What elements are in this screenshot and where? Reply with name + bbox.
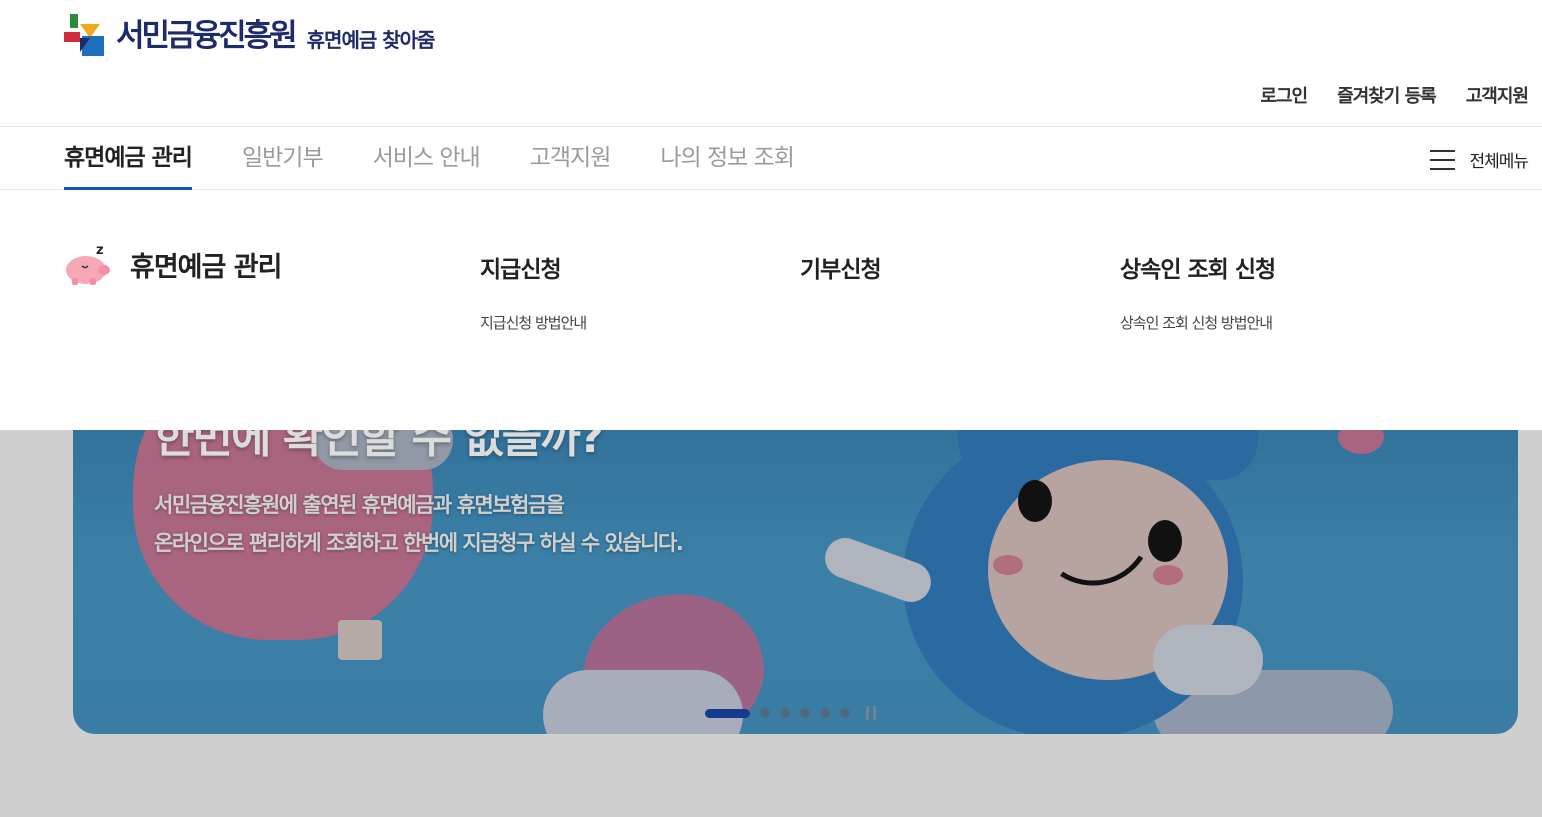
utility-nav: 로그인 즐겨찾기 등록 고객지원 [1260,82,1529,108]
slide-dot-6[interactable] [840,708,850,718]
gnb-item-my-info[interactable]: 나의 정보 조회 [660,127,795,190]
menu-payment-guide-link[interactable]: 지급신청 방법안내 [480,312,587,333]
banner-desc-line: 서민금융진흥원에 출연된 휴면예금과 휴면보험금을 [154,493,565,517]
slide-dot-5[interactable] [820,708,830,718]
svg-text:z: z [96,243,104,258]
menu-payment-request[interactable]: 지급신청 [480,250,586,284]
slide-dot-2[interactable] [760,708,770,718]
slide-dot-1[interactable] [705,708,750,718]
slide-pager [705,706,876,720]
site-logo[interactable]: 서민금융진흥원 휴면예금 찾아줌 [64,12,436,60]
customer-support-link[interactable]: 고객지원 [1466,82,1529,108]
mascot-cheek [993,555,1023,575]
mega-menu-panel: z 휴면예금 관리 지급신청 지급신청 방법안내 기부신청 상속인 조회 신청 … [0,190,1542,430]
gnb-item-service-guide[interactable]: 서비스 안내 [373,127,481,190]
bookmark-link[interactable]: 즐겨찾기 등록 [1337,82,1437,108]
gnb-list: 휴면예금 관리 일반기부 서비스 안내 고객지원 나의 정보 조회 [64,127,844,190]
all-menu-label: 전체메뉴 [1469,152,1529,172]
panel-title: 휴면예금 관리 [130,251,282,283]
gnb-item-customer-support[interactable]: 고객지원 [530,127,612,190]
slide-dot-3[interactable] [780,708,790,718]
banner-desc-line: 온라인으로 편리하게 조회하고 한번에 지급청구 하실 수 있습니다. [154,531,684,555]
mascot-cheek [1153,565,1183,585]
hero-banner: 한번에 확인할 수 없을까? 서민금융진흥원에 출연된 휴면예금과 휴면보험금을… [73,380,1518,734]
all-menu-button[interactable]: 전체메뉴 [1430,147,1529,172]
global-nav: 휴면예금 관리 일반기부 서비스 안내 고객지원 나의 정보 조회 전체메뉴 [0,127,1542,190]
pause-icon[interactable] [866,706,876,720]
balloon-basket-image [338,620,382,660]
logo-mark-icon [64,12,112,60]
banner-text: 한번에 확인할 수 없을까? 서민금융진흥원에 출연된 휴면예금과 휴면보험금을… [154,410,684,562]
top-header: 서민금융진흥원 휴면예금 찾아줌 로그인 즐겨찾기 등록 고객지원 [0,0,1542,127]
mascot-eye [1148,520,1182,562]
gnb-item-donation[interactable]: 일반기부 [242,127,324,190]
banner-description: 서민금융진흥원에 출연된 휴면예금과 휴면보험금을 온라인으로 편리하게 조회하… [154,486,684,562]
hamburger-icon [1430,149,1456,170]
login-link[interactable]: 로그인 [1260,82,1308,108]
menu-heir-guide-link[interactable]: 상속인 조회 신청 방법안내 [1120,312,1275,333]
piggy-bank-icon: z [64,242,114,286]
panel-title-group: z 휴면예금 관리 [64,242,282,286]
logo-name: 서민금융진흥원 [116,18,298,54]
menu-column-payment: 지급신청 지급신청 방법안내 [480,250,587,333]
mascot-eye [1018,480,1052,522]
cloud-image [543,670,743,734]
logo-subtitle: 휴면예금 찾아줌 [306,28,436,52]
mascot-hand [1153,625,1263,695]
gnb-item-dormant-deposit[interactable]: 휴면예금 관리 [64,127,193,190]
menu-column-donation: 기부신청 [800,250,882,284]
menu-donation-request[interactable]: 기부신청 [800,250,882,284]
menu-column-heir: 상속인 조회 신청 상속인 조회 신청 방법안내 [1120,250,1276,333]
slide-dot-4[interactable] [800,708,810,718]
menu-heir-inquiry[interactable]: 상속인 조회 신청 [1120,250,1276,284]
